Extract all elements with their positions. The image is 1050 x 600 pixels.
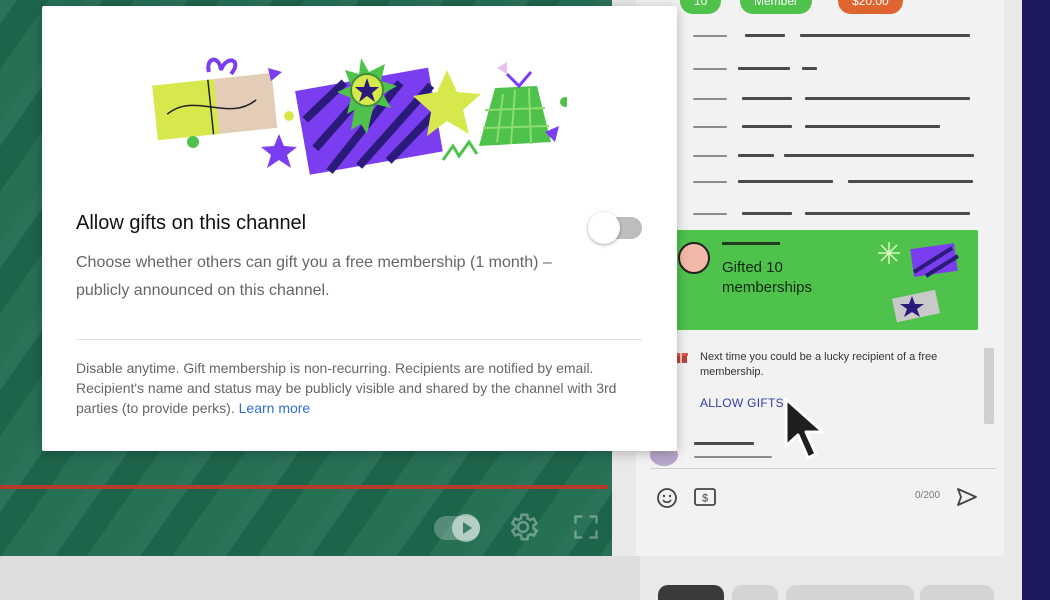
autoplay-toggle[interactable] [434,514,480,542]
video-progress-bar[interactable] [0,485,608,489]
character-counter: 0/200 [915,490,941,501]
allow-gifts-toggle[interactable] [588,209,644,244]
fine-print-text: Disable anytime. Gift membership is non-… [76,360,617,416]
gift-box-icon [910,243,960,278]
svg-text:$: $ [702,493,708,505]
play-icon [452,514,480,542]
bottom-action-button[interactable] [786,585,914,600]
bottom-action-button[interactable] [732,585,778,600]
fullscreen-icon[interactable] [572,513,600,541]
promo-text: Next time you could be a lucky recipient… [700,351,938,378]
divider [76,339,642,340]
gift-memberships-card: Gifted 10 memberships [670,230,978,330]
super-chat-icon[interactable]: $ [694,488,716,506]
allow-gifts-button[interactable]: ALLOW GIFTS [700,396,784,410]
sparkle-icon [878,242,900,264]
below-video-area [0,556,640,600]
username-placeholder [722,242,780,245]
bottom-action-button[interactable] [920,585,994,600]
page-edge [1022,0,1050,600]
dialog-fine-print: Disable anytime. Gift membership is non-… [76,358,656,418]
learn-more-link[interactable]: Learn more [239,400,311,416]
chip-super-chat[interactable]: $20.00 [838,0,903,14]
dialog-description: Choose whether others can gift you a fre… [76,254,552,299]
gift-card-text: Gifted 10 memberships [722,259,813,296]
gifts-illustration [152,57,567,175]
chip-member[interactable]: Member [740,0,813,14]
send-icon[interactable] [956,487,978,507]
toggle-thumb [588,212,620,244]
avatar [678,242,710,274]
allow-gifts-dialog: Allow gifts on this channel Choose wheth… [42,6,677,451]
dialog-title: Allow gifts on this channel [76,212,307,234]
settings-icon[interactable] [506,510,540,544]
gift-box-small-icon [891,289,941,323]
emoji-icon[interactable] [656,487,678,509]
mouse-cursor-icon [784,397,825,460]
chat-scrollbar[interactable] [984,348,994,424]
bottom-action-button[interactable] [658,585,724,600]
